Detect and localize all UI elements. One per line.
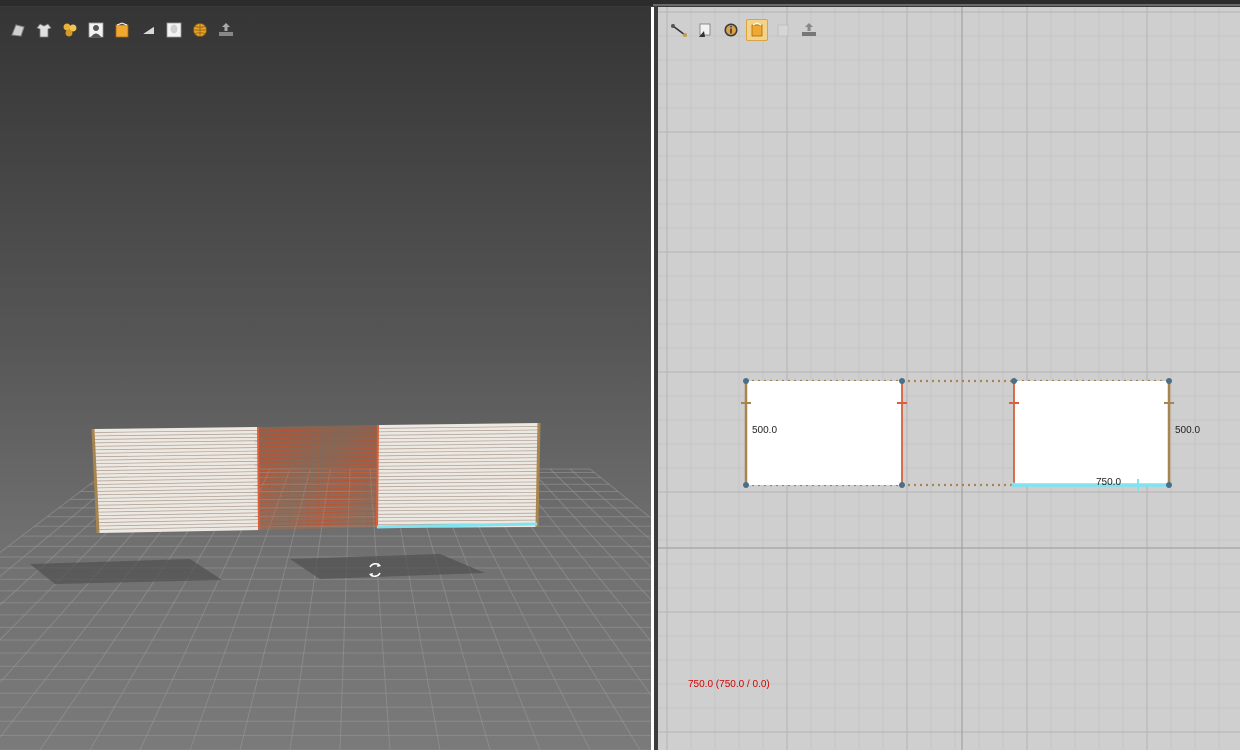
tool-avatar-button[interactable] [7,19,29,41]
tool-segment-button[interactable] [668,19,690,41]
shadow-left [30,559,222,584]
tool-globe-button[interactable] [189,19,211,41]
pattern-tool-icon [115,22,129,38]
tool-garment-button[interactable] [33,19,55,41]
fabric-tool-icon [141,25,155,35]
right-piece-height-label: 500.0 [1175,425,1201,436]
tool-export-2d-button[interactable] [798,19,820,41]
toolbar-3d [7,19,237,41]
export-icon [802,23,816,36]
toolbar-2d [668,19,820,41]
left-piece-height-label: 500.0 [752,425,778,436]
segment-tool-icon [671,24,687,37]
tool-silhouette-button[interactable] [163,19,185,41]
pattern-piece-right [1009,378,1174,491]
right-piece-width-label: 750.0 [1096,477,1122,488]
tool-export-button[interactable] [215,19,237,41]
panel-3d-right [376,422,541,529]
tool-texture-button[interactable] [59,19,81,41]
avatar-tool-icon [11,24,25,37]
pattern-tool-icon [751,22,763,37]
avatar-body-icon [88,22,104,38]
title-strip [0,0,1240,6]
title-strip-accent [653,4,1240,6]
shadow-right [290,554,485,579]
status-coordinate: 750.0 (750.0 / 0.0) [688,679,770,690]
tool-transform-button[interactable] [694,19,716,41]
tool-info-button[interactable] [720,19,742,41]
transform-tool-icon [699,23,711,37]
info-icon [724,23,738,37]
viewport-3d[interactable] [0,7,651,750]
texture-tool-icon [63,23,77,37]
rotate-view-icon[interactable] [365,560,385,580]
viewport-2d[interactable]: 500.0 500.0 750.0 750.0 (750.0 / 0.0) [658,7,1240,750]
garment-tool-icon [36,23,52,38]
tool-pattern-2d-button[interactable] [746,19,768,41]
tool-fabric-button[interactable] [137,19,159,41]
seam-mesh [259,425,378,530]
globe-icon [193,23,207,37]
avatar-silhouette-icon [166,22,182,38]
panel-3d-left [91,426,260,534]
viewport-2d-canvas [658,7,1240,750]
viewport-3d-canvas [0,422,651,750]
export-icon [219,23,233,36]
tool-pattern-button[interactable] [111,19,133,41]
tool-avatar-body-button[interactable] [85,19,107,41]
tool-pattern-disabled-button[interactable] [772,19,794,41]
pattern-disabled-icon [777,24,789,37]
